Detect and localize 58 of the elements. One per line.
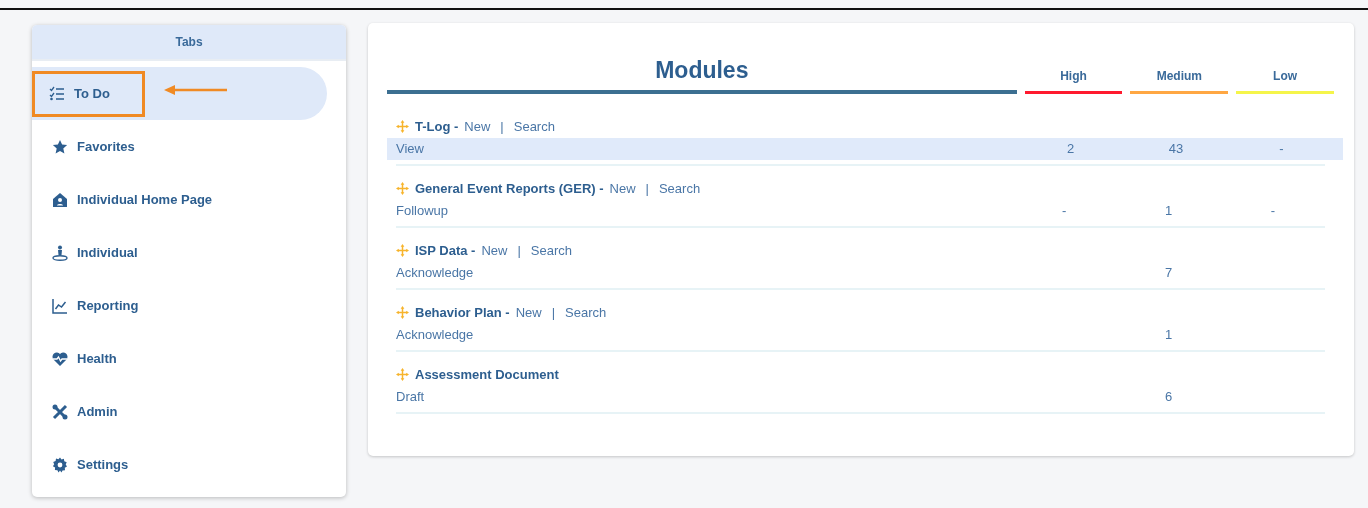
- sidebar-item[interactable]: Admin: [32, 385, 327, 438]
- module-link[interactable]: Search: [658, 178, 701, 199]
- count-cell-text: 1: [1163, 201, 1174, 220]
- priority-header: High: [1024, 66, 1123, 94]
- sidebar-item[interactable]: Individual Home Page: [32, 173, 327, 226]
- action-link[interactable]: Followup: [396, 200, 1013, 221]
- checklist-icon: [49, 85, 65, 102]
- count-cell-text: 1: [1163, 325, 1174, 344]
- separator: |: [551, 303, 556, 322]
- count-cell-text: 7: [1163, 263, 1174, 282]
- sidebar-header: Tabs: [32, 25, 346, 61]
- sidebar-item[interactable]: Reporting: [32, 279, 327, 332]
- house-icon: [52, 191, 68, 208]
- module-name: T-Log -: [415, 117, 459, 136]
- module-name: General Event Reports (GER) -: [415, 179, 604, 198]
- module-link[interactable]: New: [609, 178, 636, 199]
- module-link[interactable]: New: [481, 240, 508, 261]
- person-icon: [52, 244, 68, 261]
- move-icon: [396, 306, 409, 319]
- module-link[interactable]: Search: [513, 116, 555, 137]
- module-link[interactable]: Search: [565, 302, 607, 323]
- priority-header: Medium: [1130, 66, 1229, 94]
- module-name: ISP Data -: [415, 241, 476, 260]
- star-icon: [52, 138, 68, 155]
- count-cell-text: 6: [1163, 387, 1174, 406]
- count-cell-text: -: [1278, 139, 1285, 158]
- action-link[interactable]: Acknowledge: [396, 324, 1013, 345]
- sidebar-item[interactable]: Health: [32, 332, 327, 385]
- sidebar-item[interactable]: Individual: [32, 226, 327, 279]
- move-icon: [396, 368, 409, 381]
- heartbeat-icon: [52, 350, 68, 367]
- module-link[interactable]: New: [464, 116, 491, 137]
- count-cell-text: 2: [1066, 139, 1076, 158]
- module-link[interactable]: Search: [530, 240, 573, 261]
- arrow-annotation: [164, 83, 228, 96]
- action-link[interactable]: Draft: [396, 386, 1013, 407]
- module-link[interactable]: New: [515, 302, 542, 323]
- selected-row[interactable]: View 2 43 -: [387, 137, 1343, 160]
- priority-header: Low: [1236, 66, 1334, 94]
- settings-icon: [52, 456, 68, 473]
- line-chart-icon: [52, 297, 68, 314]
- move-icon: [396, 244, 409, 257]
- action-link[interactable]: Acknowledge: [396, 262, 1013, 283]
- modules-heading: Modules: [387, 53, 1017, 94]
- action-link[interactable]: View: [396, 138, 1018, 159]
- separator: |: [645, 179, 649, 198]
- module-name: Behavior Plan -: [415, 303, 510, 322]
- count-cell-text: 43: [1167, 139, 1185, 158]
- sidebar-item[interactable]: Favorites: [32, 120, 327, 173]
- separator: |: [517, 241, 521, 260]
- count-cell-text: -: [1061, 201, 1068, 220]
- move-icon: [396, 182, 409, 195]
- separator: |: [500, 117, 504, 136]
- tools-icon: [52, 403, 68, 420]
- sidebar-item[interactable]: Settings: [32, 438, 327, 491]
- module-name: Assessment Document: [415, 365, 559, 384]
- count-cell-text: -: [1269, 201, 1276, 220]
- move-icon: [396, 120, 409, 133]
